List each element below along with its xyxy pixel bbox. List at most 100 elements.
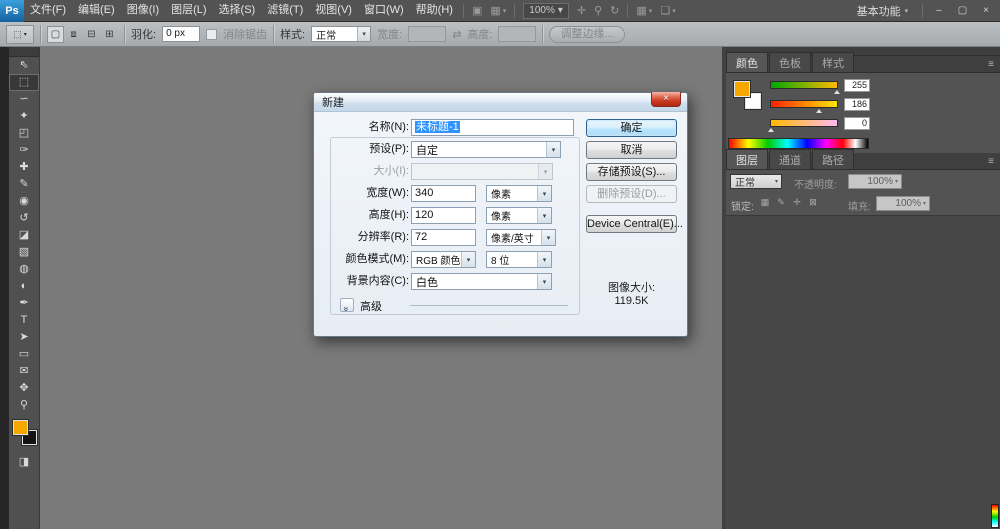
red-slider[interactable] [770,81,838,89]
eraser-tool[interactable]: ◪ [9,227,39,244]
menu-filter[interactable]: 滤镜(T) [261,0,309,21]
eyedropper-tool[interactable]: ✑ [9,142,39,159]
width-unit-select[interactable]: 像素 ▾ [486,185,552,202]
color-spectrum-ramp[interactable] [728,138,869,149]
pen-tool[interactable]: ✒ [9,295,39,312]
tool-preset-picker[interactable]: ⬚ ▾ [6,25,34,44]
intersect-selection-icon[interactable]: ⊞ [101,26,118,43]
rotate-view-icon[interactable]: ↻ [606,4,623,17]
lock-all-icon[interactable]: ⊠ [806,197,820,208]
clone-stamp-tool[interactable]: ◉ [9,193,39,210]
red-slider-thumb[interactable] [834,90,840,94]
name-input[interactable]: 未标题-1 [411,119,574,136]
history-brush-tool[interactable]: ↺ [9,210,39,227]
zoom-tool[interactable]: ⚲ [9,397,39,414]
menu-image[interactable]: 图像(I) [121,0,165,21]
dialog-close-button[interactable]: × [651,92,681,107]
background-contents-select[interactable]: 白色 ▾ [411,273,552,290]
green-value-field[interactable]: 186 [844,98,870,111]
move-tool[interactable]: ⇖ [9,57,39,74]
preset-select[interactable]: 自定 ▾ [411,141,561,158]
width-input[interactable]: 340 [411,185,476,202]
new-selection-icon[interactable]: ▢ [47,26,64,43]
green-slider[interactable] [770,100,838,108]
dodge-tool[interactable]: ◐ [9,278,39,295]
menu-help[interactable]: 帮助(H) [410,0,459,21]
resolution-input[interactable]: 72 [411,229,476,246]
quick-selection-tool[interactable]: ✦ [9,108,39,125]
color-mode-select[interactable]: RGB 颜色 ▾ [411,251,476,268]
restore-button[interactable]: ▢ [951,1,974,21]
lock-position-icon[interactable]: ✛ [790,197,804,208]
fill-field[interactable]: 100% ▾ [876,196,930,211]
mini-color-ramp[interactable] [991,504,999,528]
zoom-level-field[interactable]: 100% ▾ [523,3,569,19]
foreground-color-swatch[interactable] [13,420,28,435]
save-preset-button[interactable]: 存储预设(S)... [586,163,677,181]
lock-image-icon[interactable]: ✎ [774,197,788,208]
arrange-documents-icon[interactable]: ▦▾ [632,4,656,17]
launch-bridge-icon[interactable]: ▣ [468,4,486,17]
style-select[interactable]: 正常 ▾ [311,26,371,42]
preset-label: 预设(P): [324,141,409,158]
path-selection-tool[interactable]: ➤ [9,329,39,346]
blue-slider[interactable] [770,119,838,127]
blue-value-field[interactable]: 0 [844,117,870,130]
view-extras-icon[interactable]: ▦▾ [486,4,510,17]
foreground-color-swatch[interactable] [734,81,750,97]
menu-view[interactable]: 视图(V) [309,0,358,21]
crop-tool[interactable]: ◰ [9,125,39,142]
blue-slider-thumb[interactable] [768,128,774,132]
device-central-button[interactable]: Device Central(E)... [586,215,677,233]
hand-tool-icon[interactable]: ✛ [573,4,590,17]
menu-edit[interactable]: 编辑(E) [72,0,121,21]
rectangular-marquee-tool[interactable]: ⬚ [9,74,39,91]
lasso-tool[interactable]: ∽ [9,91,39,108]
menu-file[interactable]: 文件(F) [24,0,72,21]
brush-tool[interactable]: ✎ [9,176,39,193]
workspace-switcher[interactable]: 基本功能 ▾ [849,3,917,19]
menu-layer[interactable]: 图层(L) [165,0,212,21]
subtract-from-selection-icon[interactable]: ⊟ [83,26,100,43]
shape-tool[interactable]: ▭ [9,346,39,363]
type-tool[interactable]: T [9,312,39,329]
tab-color[interactable]: 颜色 [726,52,768,72]
green-slider-thumb[interactable] [816,109,822,113]
screen-mode-icon[interactable]: ❏▾ [656,4,679,17]
hand-tool[interactable]: ✥ [9,380,39,397]
cancel-button[interactable]: 取消 [586,141,677,159]
tab-paths[interactable]: 路径 [812,149,854,169]
tab-styles[interactable]: 样式 [812,52,854,72]
zoom-tool-icon[interactable]: ⚲ [590,4,606,17]
menu-window[interactable]: 窗口(W) [358,0,410,21]
height-input [498,26,536,42]
notes-tool[interactable]: ✉ [9,363,39,380]
add-to-selection-icon[interactable]: ⧈ [65,26,82,43]
ok-button[interactable]: 确定 [586,119,677,137]
gradient-tool[interactable]: ▧ [9,244,39,261]
bit-depth-select[interactable]: 8 位 ▾ [486,251,552,268]
panel-menu-icon[interactable]: ≡ [982,59,1000,72]
opacity-field[interactable]: 100% ▾ [848,174,902,189]
dialog-titlebar[interactable]: 新建 × [314,93,687,112]
divider [463,4,464,18]
blur-tool[interactable]: ◍ [9,261,39,278]
lock-transparent-icon[interactable]: ▦ [758,197,772,208]
tab-channels[interactable]: 通道 [769,149,811,169]
tab-layers[interactable]: 图层 [726,149,768,169]
resolution-unit-select[interactable]: 像素/英寸 ▾ [486,229,556,246]
close-button[interactable]: × [976,1,996,21]
feather-input[interactable]: 0 px [162,26,200,42]
height-input[interactable]: 120 [411,207,476,224]
height-unit-select[interactable]: 像素 ▾ [486,207,552,224]
panel-menu-icon[interactable]: ≡ [982,156,1000,169]
menu-select[interactable]: 选择(S) [213,0,262,21]
minimize-button[interactable]: – [929,1,949,21]
tools-panel-grip[interactable] [9,47,39,57]
tab-swatches[interactable]: 色板 [769,52,811,72]
advanced-expander[interactable]: » [340,298,354,312]
red-value-field[interactable]: 255 [844,79,870,92]
quick-mask-toggle[interactable]: ◨ [9,454,39,471]
blend-mode-select[interactable]: 正常 ▾ [730,174,782,189]
spot-healing-tool[interactable]: ✚ [9,159,39,176]
